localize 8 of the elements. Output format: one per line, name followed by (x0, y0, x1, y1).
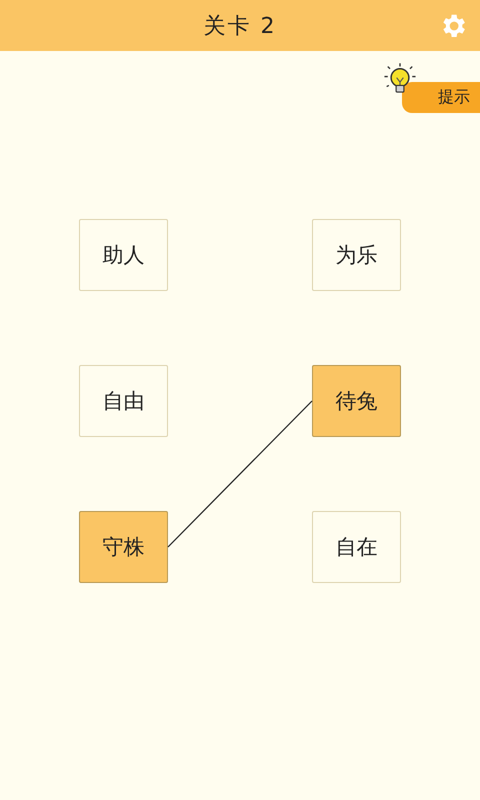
word-tile[interactable]: 自由 (79, 365, 168, 437)
word-tile[interactable]: 待兔 (312, 365, 401, 437)
word-tile[interactable]: 助人 (79, 219, 168, 291)
word-tile[interactable]: 守株 (79, 511, 168, 583)
word-tile[interactable]: 为乐 (312, 219, 401, 291)
hint-button[interactable]: 提示 (402, 82, 480, 113)
level-title: 关卡 2 (204, 12, 276, 40)
word-tile[interactable]: 自在 (312, 511, 401, 583)
